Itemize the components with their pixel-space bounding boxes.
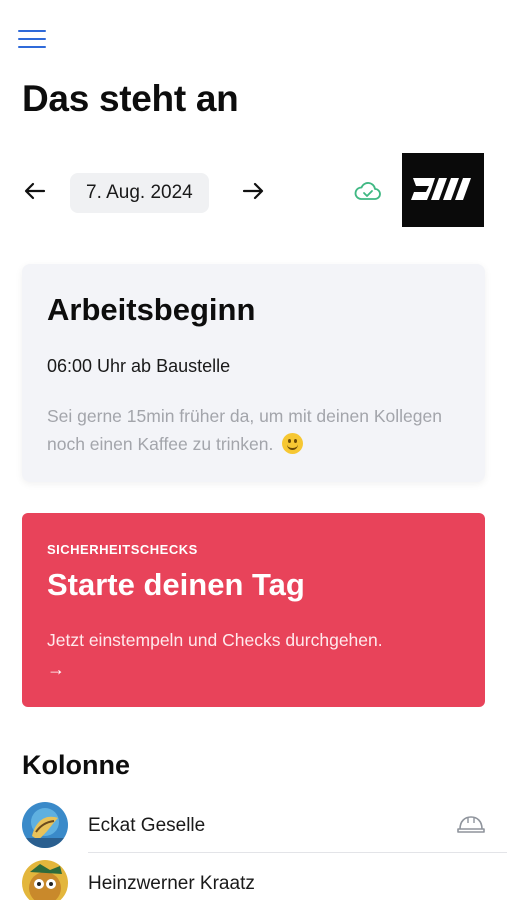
team-member-row[interactable]: Heinzwerner Kraatz	[0, 858, 507, 900]
date-selector[interactable]: 7. Aug. 2024	[70, 173, 209, 213]
page-title: Das steht an	[22, 78, 239, 119]
member-name: Heinzwerner Kraatz	[88, 873, 255, 894]
company-logo	[402, 153, 484, 227]
start-day-card[interactable]: SICHERHEITSCHECKS Starte deinen Tag Jetz…	[22, 513, 485, 707]
start-day-subtitle: Jetzt einstempeln und Checks durchgehen.	[47, 630, 383, 650]
avatar	[22, 802, 68, 848]
team-section-title: Kolonne	[22, 750, 130, 780]
cloud-check-icon	[353, 178, 383, 204]
arrow-left-icon[interactable]	[20, 176, 50, 206]
work-start-time: 06:00 Uhr ab Baustelle	[47, 356, 231, 376]
smiley-icon	[282, 433, 304, 454]
app-screen: Das steht an 7. Aug. 2024 Arbeitsbeginn …	[0, 0, 507, 900]
date-navigation: 7. Aug. 2024	[20, 153, 490, 227]
avatar	[22, 860, 68, 900]
hamburger-menu-icon[interactable]	[18, 30, 48, 52]
start-day-title: Starte deinen Tag	[47, 567, 305, 602]
helmet-icon	[456, 812, 486, 836]
safety-checks-label: SICHERHEITSCHECKS	[47, 542, 198, 557]
work-start-note: Sei gerne 15min früher da, um mit deinen…	[47, 402, 457, 458]
list-divider	[88, 852, 507, 853]
work-start-note-text: Sei gerne 15min früher da, um mit deinen…	[47, 406, 442, 454]
team-member-row[interactable]: Eckat Geselle	[0, 800, 507, 856]
work-start-title: Arbeitsbeginn	[47, 292, 256, 327]
work-start-card: Arbeitsbeginn 06:00 Uhr ab Baustelle Sei…	[22, 264, 485, 482]
arrow-right-icon[interactable]: →	[47, 659, 65, 680]
member-name: Eckat Geselle	[88, 815, 206, 836]
arrow-right-icon[interactable]	[238, 176, 268, 206]
